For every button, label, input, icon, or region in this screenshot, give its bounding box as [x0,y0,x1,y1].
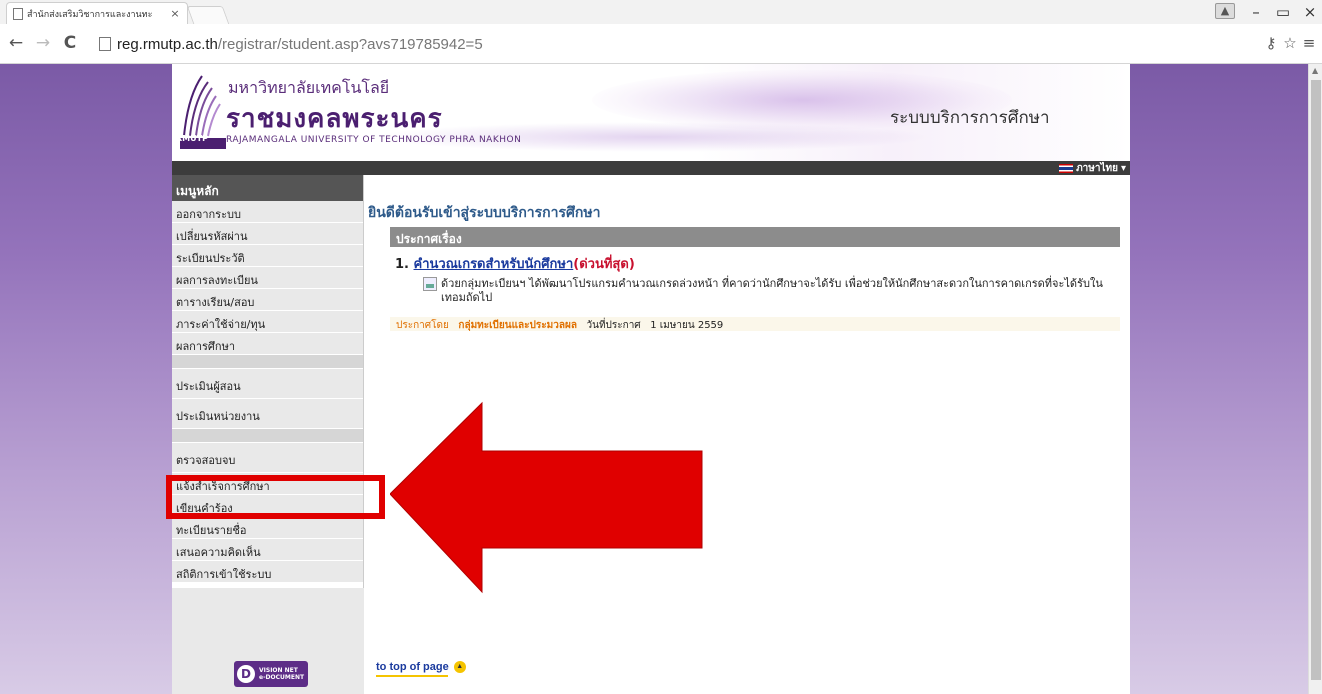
sidebar-item-logout[interactable]: ออกจากระบบ [172,201,363,223]
welcome-heading: ยินดีต้อนรับเข้าสู่ระบบบริการการศึกษา [368,205,601,221]
sidebar-item-evaluate-instructor[interactable]: ประเมินผู้สอน [172,369,363,399]
minimize-button[interactable]: – [1246,3,1266,21]
sidebar-item-schedule[interactable]: ตารางเรียน/สอบ [172,289,363,311]
menu-separator [172,355,363,369]
page-icon [99,37,111,51]
browser-tab[interactable]: สำนักส่งเสริมวิชาการและงานทะ × [6,2,188,24]
scrollbar-thumb[interactable] [1311,80,1321,680]
logo-abbreviation: RMUTP [176,134,208,143]
sidebar-item-usage-stats[interactable]: สถิติการเข้าใช้ระบบ [172,561,363,583]
sidebar-item-profile[interactable]: ระเบียนประวัติ [172,245,363,267]
sidebar-item-evaluate-unit[interactable]: ประเมินหน่วยงาน [172,399,363,429]
language-label: ภาษาไทย [1076,162,1118,174]
vertical-scrollbar[interactable]: ▲ [1308,64,1322,694]
top-of-page-label: to top of page [376,661,449,673]
url-host: reg.rmutp.ac.th [117,35,218,53]
menu-separator [172,429,363,443]
address-bar: ← → C reg.rmutp.ac.th/registrar/student.… [0,24,1322,64]
reload-icon[interactable]: C [60,33,80,53]
announcement-number: 1. [395,257,409,272]
date-label: วันที่ประกาศ [586,320,641,331]
sidebar-item-registration-result[interactable]: ผลการลงทะเบียน [172,267,363,289]
sidebar-item-expenses[interactable]: ภาระค่าใช้จ่าย/ทุน [172,311,363,333]
page-icon [13,7,23,20]
sidebar-item-feedback[interactable]: เสนอความคิดเห็น [172,539,363,561]
tab-close-icon[interactable]: × [169,7,181,20]
bookmark-star-icon[interactable]: ☆ [1281,34,1299,52]
tab-title: สำนักส่งเสริมวิชาการและงานทะ [27,9,153,20]
sidebar-menu: เมนูหลัก ออกจากระบบ เปลี่ยนรหัสผ่าน ระเบ… [172,175,364,694]
sidebar-item-student-list[interactable]: ทะเบียนรายชื่อ [172,517,363,539]
arrow-up-icon: ▲ [453,661,466,673]
url-field[interactable]: reg.rmutp.ac.th/registrar/student.asp?av… [99,32,1269,56]
site-banner: RMUTP มหาวิทยาลัยเทคโนโลยี ราชมงคลพระนคร… [172,64,1130,162]
forward-arrow-icon[interactable]: → [33,33,53,53]
thai-flag-icon [1059,163,1074,173]
logo-english-name: RAJAMANGALA UNIVERSITY OF TECHNOLOGY PHR… [226,135,522,145]
announcement-description: ด้วยกลุ่มทะเบียนฯ ได้พัฒนาโปรแกรมคำนวณเก… [423,277,1123,305]
announcement-link[interactable]: คำนวณเกรดสำหรับนักศึกษา [414,257,574,272]
language-selector[interactable]: ภาษาไทย ▾ [1059,161,1126,175]
sidebar-item-change-password[interactable]: เปลี่ยนรหัสผ่าน [172,223,363,245]
page-viewport: RMUTP มหาวิทยาลัยเทคโนโลยี ราชมงคลพระนคร… [0,64,1308,694]
announcement-text: ด้วยกลุ่มทะเบียนฯ ได้พัฒนาโปรแกรมคำนวณเก… [441,277,1103,304]
page-container: RMUTP มหาวิทยาลัยเทคโนโลยี ราชมงคลพระนคร… [172,64,1130,694]
chevron-down-icon: ▾ [1120,162,1126,174]
posted-by-value: กลุ่มทะเบียนและประมวลผล [458,320,577,331]
posted-by-label: ประกาศโดย [396,320,449,331]
key-icon[interactable]: ⚷ [1262,34,1280,52]
announcement-title: 1. คำนวณเกรดสำหรับนักศึกษา(ด่วนที่สุด) [395,253,635,274]
announcement-meta: ประกาศโดย กลุ่มทะเบียนและประมวลผล วันที่… [390,317,1120,331]
restore-button[interactable]: ▭ [1273,3,1293,21]
system-title: ระบบบริการการศึกษา [890,108,1050,128]
vision-net-badge[interactable]: D VISION NET e-DOCUMENT [234,661,308,687]
vision-net-logo-icon: D [237,665,255,683]
back-arrow-icon[interactable]: ← [6,33,26,53]
highlight-box [166,475,385,519]
urgent-label: (ด่วนที่สุด) [573,257,635,272]
sidebar-item-graduation-check[interactable]: ตรวจสอบจบ [172,443,363,473]
scroll-up-icon[interactable]: ▲ [1312,66,1318,75]
top-link-underline [376,675,448,677]
menu-heading: เมนูหลัก [172,175,363,201]
top-of-page-link[interactable]: to top of page ▲ [376,661,466,673]
logo-thai-line2: ราชมงคลพระนคร [226,104,443,134]
browser-tab-bar: สำนักส่งเสริมวิชาการและงานทะ × ▲ – ▭ × [0,0,1322,24]
new-tab-button[interactable] [186,6,230,24]
url-path: /registrar/student.asp?avs719785942=5 [217,35,483,53]
date-value: 1 เมษายน 2559 [650,320,724,331]
image-icon [423,277,437,291]
user-profile-icon[interactable]: ▲ [1215,3,1235,19]
close-window-button[interactable]: × [1300,3,1320,21]
menu-icon[interactable]: ≡ [1300,34,1318,52]
top-nav-bar: ภาษาไทย ▾ [172,161,1130,175]
vision-net-label: VISION NET e-DOCUMENT [259,667,305,681]
sidebar-item-grades[interactable]: ผลการศึกษา [172,333,363,355]
announcement-header: ประกาศเรื่อง [390,227,1120,247]
red-arrow-icon [390,401,703,594]
